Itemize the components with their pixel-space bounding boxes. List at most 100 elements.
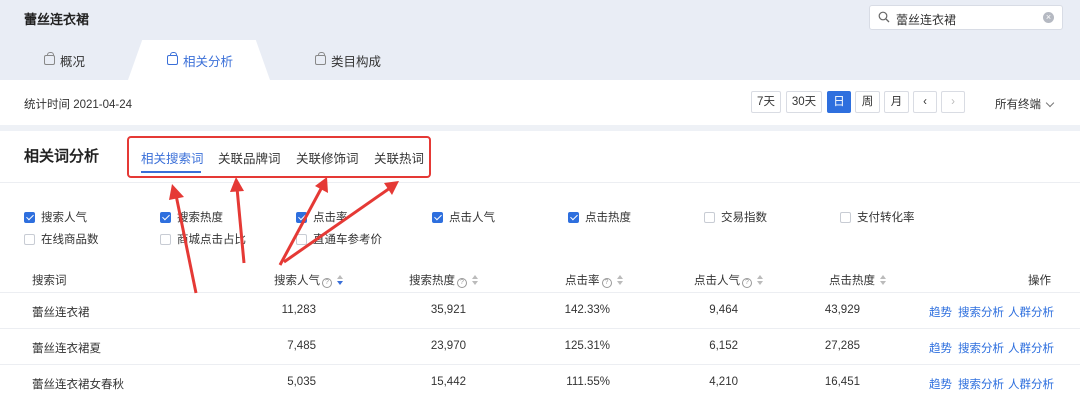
sort-icon[interactable] <box>757 275 763 285</box>
trend-link[interactable]: 趋势 <box>929 304 952 320</box>
search-analysis-link[interactable]: 搜索分析 <box>958 340 1004 356</box>
search-analysis-link[interactable]: 搜索分析 <box>958 376 1004 392</box>
metric-label: 点击热度 <box>585 212 631 224</box>
bag-icon <box>315 52 326 65</box>
stat-date: 统计时间 2021-04-24 <box>24 99 133 111</box>
click-heat-cell: 27,285 <box>824 340 860 352</box>
metric-checkbox[interactable]: 商城点击占比 <box>160 231 246 247</box>
search-box[interactable]: 蕾丝连衣裙 × <box>869 5 1063 30</box>
next-date-button[interactable]: › <box>941 91 965 113</box>
search-analysis-link[interactable]: 搜索分析 <box>958 304 1004 320</box>
column-header-click-heat[interactable]: 点击热度 <box>829 272 886 288</box>
trend-link[interactable]: 趋势 <box>929 340 952 356</box>
search-pop-cell: 7,485 <box>287 340 316 352</box>
tab-category[interactable]: 类目构成 <box>315 40 381 80</box>
range-month-button[interactable]: 月 <box>884 91 909 113</box>
sort-icon[interactable] <box>880 275 886 285</box>
panel-title: 相关词分析 <box>24 148 100 165</box>
checkbox-icon <box>432 211 443 223</box>
prev-date-button[interactable]: ‹ <box>913 91 937 113</box>
help-icon[interactable]: ? <box>322 278 332 288</box>
ctr-cell: 125.31% <box>564 340 610 352</box>
column-label: 搜索热度 <box>409 275 455 287</box>
help-icon[interactable]: ? <box>742 278 752 288</box>
bag-icon <box>167 52 178 65</box>
column-label: 点击人气 <box>694 275 740 287</box>
checkbox-icon <box>160 211 171 223</box>
clear-icon[interactable]: × <box>1043 12 1054 23</box>
keyword-cell: 蕾丝连衣裙 <box>32 307 90 319</box>
checkbox-icon <box>704 211 715 223</box>
column-header-search-heat[interactable]: 搜索热度? <box>409 272 478 288</box>
metric-checkbox[interactable]: 点击人气 <box>432 209 495 225</box>
tab-related-analysis[interactable]: 相关分析 <box>167 40 233 80</box>
date-bar: 统计时间 2021-04-24 7天 30天 日 周 月 ‹ › 所有终端 <box>0 80 1080 125</box>
keyword-cell: 蕾丝连衣裙夏 <box>32 343 101 355</box>
help-icon[interactable]: ? <box>457 278 467 288</box>
checkbox-icon <box>160 233 171 245</box>
keyword-cell: 蕾丝连衣裙女春秋 <box>32 379 124 391</box>
click-pop-cell: 4,210 <box>709 376 738 388</box>
crowd-analysis-link[interactable]: 人群分析 <box>1008 376 1054 392</box>
metric-label: 点击率 <box>313 212 348 224</box>
metric-checkbox[interactable]: 交易指数 <box>704 209 767 225</box>
column-label: 搜索人气 <box>274 275 320 287</box>
ctr-cell: 142.33% <box>564 304 610 316</box>
column-header-keyword: 搜索词 <box>32 272 67 288</box>
divider <box>0 182 1080 183</box>
metric-label: 搜索人气 <box>41 212 87 224</box>
column-label: 点击热度 <box>829 275 875 287</box>
bag-icon <box>44 52 55 65</box>
checkbox-icon <box>24 211 35 223</box>
search-heat-cell: 15,442 <box>430 376 466 388</box>
sort-icon[interactable] <box>616 275 623 285</box>
metric-label: 搜索热度 <box>177 212 223 224</box>
checkbox-icon <box>568 211 579 223</box>
metric-label: 点击人气 <box>449 212 495 224</box>
table-row: 蕾丝连衣裙 11,283 35,921 142.33% 9,464 43,929… <box>0 292 1080 328</box>
metric-checkbox[interactable]: 点击率 <box>296 209 348 225</box>
highlight-box <box>127 136 431 178</box>
terminal-label: 所有终端 <box>995 99 1041 111</box>
click-heat-cell: 43,929 <box>824 304 860 316</box>
range-7-days-button[interactable]: 7天 <box>751 91 781 113</box>
column-header-click-pop[interactable]: 点击人气? <box>694 272 763 288</box>
crowd-analysis-link[interactable]: 人群分析 <box>1008 304 1054 320</box>
range-day-button[interactable]: 日 <box>827 91 851 113</box>
search-heat-cell: 35,921 <box>430 304 466 316</box>
column-header-ctr[interactable]: 点击率? <box>565 272 623 288</box>
table-row: 蕾丝连衣裙夏 7,485 23,970 125.31% 6,152 27,285… <box>0 328 1080 364</box>
tab-overview[interactable]: 概况 <box>44 40 85 80</box>
checkbox-icon <box>840 211 851 223</box>
sort-icon[interactable] <box>472 275 478 285</box>
checkbox-icon <box>296 233 307 245</box>
terminal-select[interactable]: 所有终端 <box>995 96 1055 112</box>
header-area: 蕾丝连衣裙 蕾丝连衣裙 × 概况 相关分析 类目构成 <box>0 0 1080 80</box>
related-words-panel: 相关词分析 相关搜索词 关联品牌词 关联修饰词 关联热词 搜索人气 搜索热度 点… <box>0 131 1080 403</box>
checkbox-icon <box>296 211 307 223</box>
metric-checkbox[interactable]: 搜索热度 <box>160 209 223 225</box>
tab-label: 相关分析 <box>183 54 234 69</box>
metric-checkbox[interactable]: 在线商品数 <box>24 231 99 247</box>
search-icon <box>878 11 890 23</box>
trend-link[interactable]: 趋势 <box>929 376 952 392</box>
column-label: 搜索词 <box>32 275 67 287</box>
range-30-days-button[interactable]: 30天 <box>786 91 822 113</box>
metric-checkbox[interactable]: 搜索人气 <box>24 209 87 225</box>
search-pop-cell: 5,035 <box>287 376 316 388</box>
column-header-search-pop[interactable]: 搜索人气? <box>274 272 343 288</box>
metric-checkbox[interactable]: 支付转化率 <box>840 209 915 225</box>
range-week-button[interactable]: 周 <box>855 91 880 113</box>
metric-checkbox[interactable]: 点击热度 <box>568 209 631 225</box>
sort-icon[interactable] <box>337 275 343 285</box>
metric-checkbox[interactable]: 直通车参考价 <box>296 231 382 247</box>
column-label: 操作 <box>1028 275 1051 287</box>
click-pop-cell: 6,152 <box>709 340 738 352</box>
chevron-down-icon <box>1045 98 1055 108</box>
search-pop-cell: 11,283 <box>281 304 316 316</box>
search-input[interactable]: 蕾丝连衣裙 <box>896 11 956 28</box>
crowd-analysis-link[interactable]: 人群分析 <box>1008 340 1054 356</box>
click-pop-cell: 9,464 <box>709 304 738 316</box>
table-row: 蕾丝连衣裙女春秋 5,035 15,442 111.55% 4,210 16,4… <box>0 364 1080 400</box>
help-icon[interactable]: ? <box>601 278 612 288</box>
